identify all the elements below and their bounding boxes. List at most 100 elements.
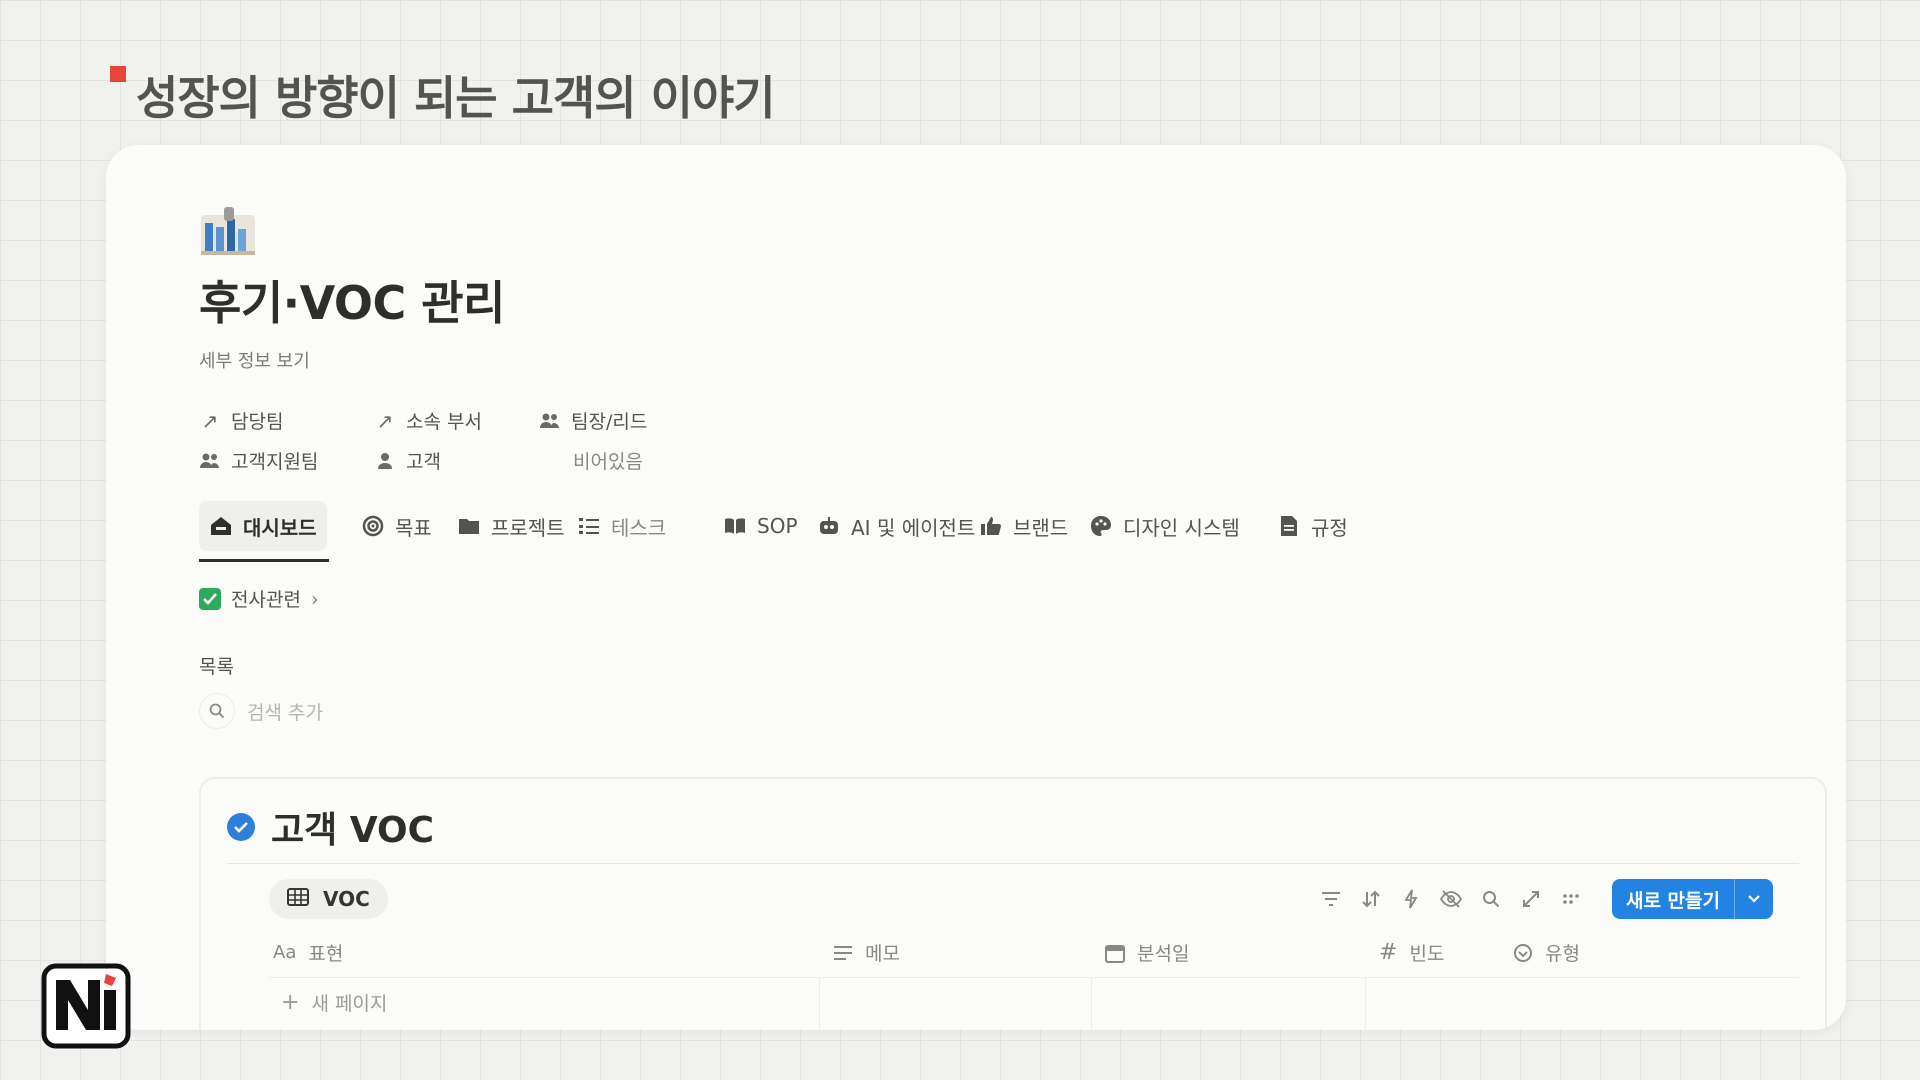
target-icon [361, 514, 385, 538]
person-icon [374, 450, 396, 472]
column-header-memo[interactable]: 메모 [833, 939, 900, 966]
view-tab-label: VOC [323, 887, 370, 911]
tab-ai-agents[interactable]: AI 및 에이전트 [807, 501, 985, 551]
database-block: 고객 VOC VOC 새로 만들기 Aa 표현 메모 분석일 # 빈도 유형 +… [199, 777, 1827, 1030]
tab-label: 목표 [395, 515, 432, 540]
new-button-label: 새로 만들기 [1625, 889, 1720, 912]
database-toolbar: 새로 만들기 [1320, 879, 1773, 919]
tab-goals[interactable]: 목표 [351, 501, 442, 551]
active-tab-indicator [199, 559, 329, 562]
chevron-down-icon[interactable] [1734, 879, 1773, 919]
column-label: 메모 [865, 943, 900, 965]
folder-icon [457, 514, 481, 538]
tab-label: 브랜드 [1013, 515, 1069, 540]
tab-label: 프로젝트 [491, 515, 565, 540]
prop-dept-value[interactable]: 고객 [374, 447, 441, 474]
tab-label: AI 및 에이전트 [851, 515, 976, 540]
eye-off-icon[interactable] [1439, 888, 1462, 910]
home-icon [209, 514, 233, 538]
new-button[interactable]: 새로 만들기 [1611, 879, 1773, 919]
tab-rules[interactable]: 규정 [1267, 501, 1358, 551]
calendar-icon [1105, 943, 1125, 963]
header-divider [269, 977, 1799, 978]
tab-design-system[interactable]: 디자인 시스템 [1079, 501, 1250, 551]
tab-dashboard[interactable]: 대시보드 [199, 501, 327, 551]
people-icon [199, 450, 221, 472]
database-title[interactable]: 고객 VOC [271, 801, 434, 853]
document-icon [1277, 514, 1301, 538]
new-page-row[interactable]: + 새 페이지 [281, 989, 387, 1016]
more-icon[interactable] [1560, 888, 1582, 910]
column-divider [819, 977, 820, 1030]
checklist-icon [577, 514, 601, 538]
book-icon [723, 514, 747, 538]
table-icon [287, 887, 309, 911]
tab-tasks[interactable]: 테스크 [567, 501, 676, 551]
page-title: 후기·VOC 관리 [199, 276, 505, 330]
chevron-right-icon: › [310, 586, 319, 611]
text-type-icon: Aa [273, 942, 297, 963]
search-field[interactable]: 검색 추가 [199, 693, 1826, 729]
tab-label: 대시보드 [243, 515, 317, 540]
prop-team-value[interactable]: 고객지원팀 [199, 447, 318, 474]
expand-icon[interactable] [1520, 888, 1542, 910]
column-label: 분석일 [1137, 943, 1190, 965]
prop-lead-value[interactable]: 비어있음 [573, 447, 643, 474]
arrow-up-right-icon: ↗ [201, 408, 219, 433]
breadcrumb-label: 전사관련 [231, 589, 301, 611]
notion-page-card: 후기·VOC 관리 세부 정보 보기 ↗ 담당팀 고객지원팀 ↗ 소속 부서 고… [106, 145, 1846, 1030]
sort-icon[interactable] [1360, 888, 1382, 910]
column-header-expression[interactable]: Aa 표현 [273, 939, 343, 966]
nav-tabs: 대시보드 목표 프로젝트 테스크 SOP AI 및 에이전트 브랜드 디자인 시… [199, 501, 1826, 562]
list-heading: 목록 [199, 656, 234, 678]
select-icon [1513, 943, 1533, 963]
search-icon[interactable] [1480, 888, 1502, 910]
tab-brand[interactable]: 브랜드 [969, 501, 1078, 551]
divider [227, 863, 1799, 864]
plus-icon: + [281, 990, 300, 1015]
column-label: 빈도 [1409, 943, 1445, 965]
page-emoji-icon[interactable] [199, 205, 257, 257]
prop-lead-label: 팀장/리드 [571, 411, 648, 433]
search-placeholder: 검색 추가 [247, 701, 323, 724]
hash-icon: # [1379, 940, 1398, 965]
page-content: 후기·VOC 관리 세부 정보 보기 ↗ 담당팀 고객지원팀 ↗ 소속 부서 고… [199, 205, 1826, 729]
filter-icon[interactable] [1320, 888, 1342, 910]
brand-logo [40, 958, 132, 1050]
database-header: 고객 VOC [227, 801, 434, 853]
arrow-up-right-icon: ↗ [376, 408, 394, 433]
tab-label: 규정 [1311, 515, 1348, 540]
view-tab-voc[interactable]: VOC [269, 879, 388, 919]
slide-title: 성장의 방향이 되는 고객의 이야기 [136, 71, 776, 125]
check-circle-icon [227, 813, 255, 841]
people-icon [539, 410, 561, 432]
prop-team[interactable]: ↗ 담당팀 [199, 407, 284, 434]
tab-label: 디자인 시스템 [1123, 515, 1240, 540]
column-label: 유형 [1545, 943, 1580, 965]
prop-dept[interactable]: ↗ 소속 부서 [374, 407, 482, 434]
details-link[interactable]: 세부 정보 보기 [199, 347, 1826, 373]
column-header-frequency[interactable]: # 빈도 [1379, 939, 1444, 966]
column-label: 표현 [308, 943, 344, 965]
lines-icon [833, 945, 853, 961]
prop-team-label: 담당팀 [231, 411, 284, 433]
prop-team-value-text: 고객지원팀 [231, 451, 319, 473]
palette-icon [1089, 514, 1113, 538]
tab-label: 테스크 [611, 515, 667, 540]
column-divider [1365, 977, 1366, 1030]
robot-icon [817, 514, 841, 538]
column-divider [1091, 977, 1092, 1030]
tab-projects[interactable]: 프로젝트 [447, 501, 575, 551]
tab-sop[interactable]: SOP [713, 501, 808, 551]
thumbs-up-icon [979, 514, 1003, 538]
prop-lead[interactable]: 팀장/리드 [539, 407, 647, 434]
tab-label: SOP [757, 514, 798, 538]
prop-dept-label: 소속 부서 [406, 411, 482, 433]
search-icon [199, 693, 235, 729]
column-header-type[interactable]: 유형 [1513, 939, 1580, 966]
column-header-date[interactable]: 분석일 [1105, 939, 1189, 966]
properties: ↗ 담당팀 고객지원팀 ↗ 소속 부서 고객 팀장/리드 비어있음 [199, 407, 1826, 497]
breadcrumb[interactable]: 전사관련 › [199, 585, 1826, 612]
new-page-label: 새 페이지 [311, 993, 388, 1015]
lightning-icon[interactable] [1400, 888, 1422, 910]
